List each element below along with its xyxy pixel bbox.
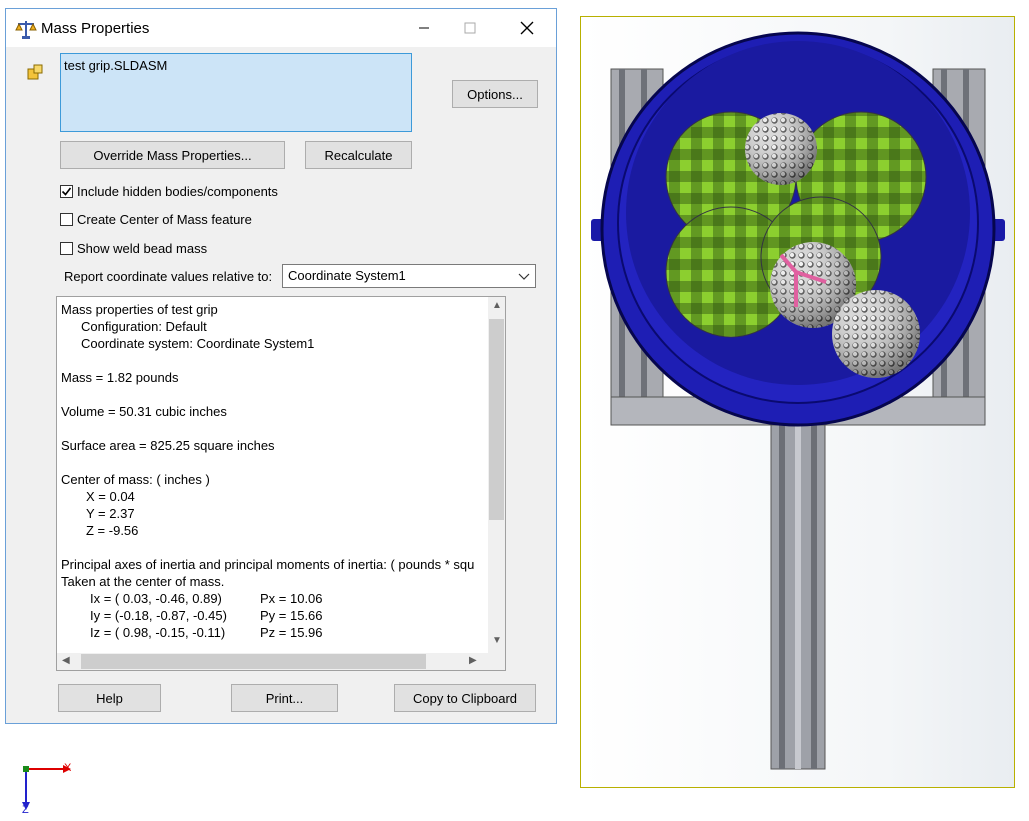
weld-bead-label: Show weld bead mass	[77, 240, 208, 256]
results-com-x: X = 0.04	[86, 489, 135, 504]
results-com-y: Y = 2.37	[86, 506, 135, 521]
horizontal-scroll-thumb[interactable]	[81, 654, 426, 669]
graphics-viewport[interactable]	[580, 16, 1015, 788]
coordinate-label: Report coordinate values relative to:	[64, 269, 273, 284]
results-axis-row: Ix = ( 0.03, -0.46, 0.89) Px = 10.06	[90, 591, 323, 606]
weld-bead-checkbox-row[interactable]: Show weld bead mass	[60, 239, 207, 257]
maximize-button[interactable]	[447, 9, 493, 47]
chevron-down-icon	[518, 273, 530, 280]
recalculate-button[interactable]: Recalculate	[305, 141, 412, 169]
weld-bead-checkbox[interactable]	[60, 241, 73, 255]
mass-properties-dialog: Mass Properties test grip.SLDASM Options…	[5, 8, 557, 724]
create-com-checkbox[interactable]	[60, 212, 73, 226]
title-bar[interactable]: Mass Properties	[6, 9, 556, 47]
create-com-label: Create Center of Mass feature	[77, 211, 252, 227]
results-text-area[interactable]: Mass properties of test grip Configurati…	[56, 296, 506, 671]
results-taken-at: Taken at the center of mass.	[61, 574, 225, 589]
mass-properties-scale-icon	[15, 18, 37, 40]
results-com-header: Center of mass: ( inches )	[61, 472, 210, 487]
scroll-right-icon[interactable]: ▶	[469, 655, 477, 666]
include-hidden-checkbox[interactable]	[60, 184, 73, 198]
minimize-button[interactable]	[401, 9, 447, 47]
x-axis-label: X	[64, 762, 72, 774]
minimize-icon	[419, 27, 429, 29]
axis-triad: X Z	[15, 756, 75, 818]
results-volume: Volume = 50.31 cubic inches	[61, 404, 227, 419]
selected-items-list[interactable]: test grip.SLDASM	[60, 53, 412, 132]
close-button[interactable]	[504, 9, 550, 47]
results-header: Mass properties of test grip	[61, 302, 218, 317]
window-title: Mass Properties	[41, 20, 150, 37]
options-button[interactable]: Options...	[452, 80, 538, 108]
results-principal-header: Principal axes of inertia and principal …	[61, 557, 475, 572]
vertical-scrollbar[interactable]: ▲ ▼	[488, 297, 505, 653]
results-axis-row: Iz = ( 0.98, -0.15, -0.11) Pz = 15.96	[90, 625, 323, 640]
coordinate-system-value: Coordinate System1	[288, 268, 406, 283]
z-axis-label: Z	[22, 804, 29, 816]
results-axis-row: Iy = (-0.18, -0.87, -0.45) Py = 15.66	[90, 608, 323, 623]
results-surface-area: Surface area = 825.25 square inches	[61, 438, 275, 453]
results-content: Mass properties of test grip Configurati…	[61, 301, 483, 653]
horizontal-scrollbar[interactable]: ◀ ▶	[57, 653, 505, 670]
override-mass-properties-button[interactable]: Override Mass Properties...	[60, 141, 285, 169]
include-hidden-label: Include hidden bodies/components	[77, 183, 278, 199]
help-button[interactable]: Help	[58, 684, 161, 712]
maximize-icon	[464, 22, 476, 34]
include-hidden-checkbox-row[interactable]: Include hidden bodies/components	[60, 182, 278, 200]
checkmark-icon	[61, 187, 72, 196]
results-configuration: Configuration: Default	[81, 319, 207, 334]
coordinate-system-select[interactable]: Coordinate System1	[282, 264, 536, 288]
create-com-checkbox-row[interactable]: Create Center of Mass feature	[60, 210, 252, 228]
close-icon	[520, 21, 534, 35]
assembly-model	[591, 31, 1005, 770]
scroll-up-icon[interactable]: ▲	[492, 300, 502, 311]
scroll-left-icon[interactable]: ◀	[62, 655, 70, 666]
results-mass: Mass = 1.82 pounds	[61, 370, 179, 385]
results-com-z: Z = -9.56	[86, 523, 139, 538]
scroll-down-icon[interactable]: ▼	[492, 635, 502, 646]
assembly-icon	[24, 61, 46, 83]
selected-item[interactable]: test grip.SLDASM	[64, 58, 408, 73]
results-coordinate-system: Coordinate system: Coordinate System1	[81, 336, 315, 351]
vertical-scroll-thumb[interactable]	[489, 319, 504, 520]
copy-to-clipboard-button[interactable]: Copy to Clipboard	[394, 684, 536, 712]
print-button[interactable]: Print...	[231, 684, 338, 712]
